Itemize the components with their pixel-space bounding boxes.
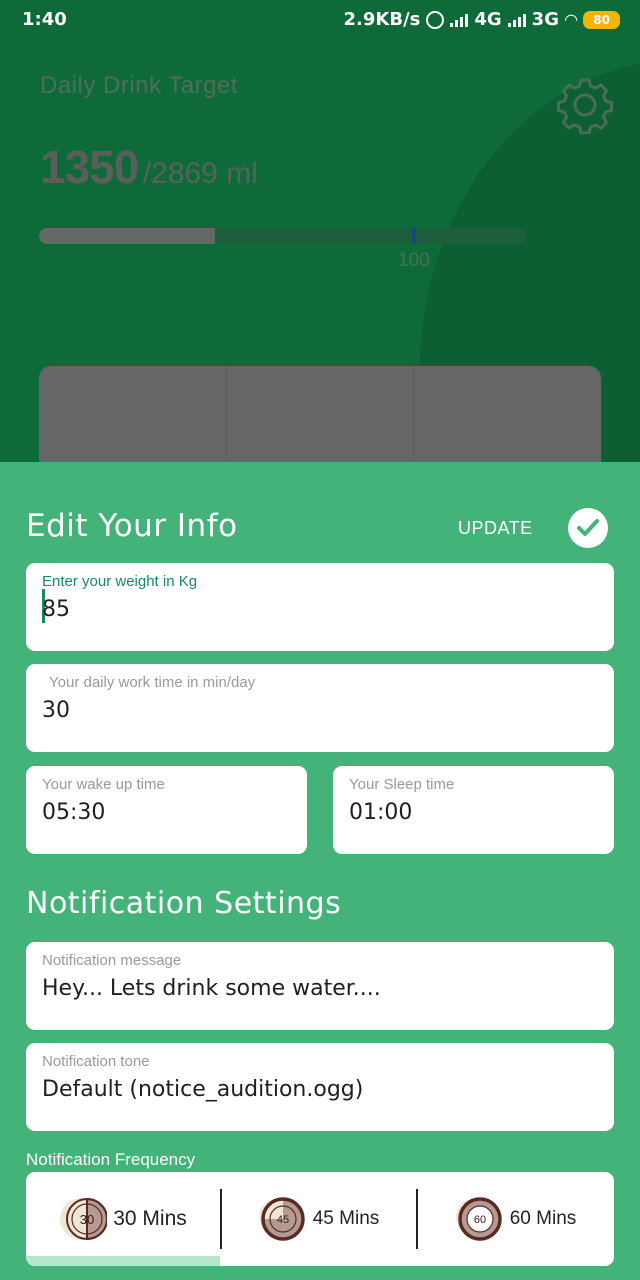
check-icon[interactable] — [568, 508, 608, 548]
clock-icon-45: 45 — [258, 1197, 305, 1241]
status-bar: 1:40 2.9KB/s 4G 3G ◠ 80 — [0, 0, 640, 40]
signal-icon — [450, 13, 469, 27]
notification-message-label: Notification message — [42, 952, 182, 969]
notification-message-field[interactable]: Notification message Hey... Lets drink s… — [26, 942, 614, 1030]
network-type-1: 4G — [474, 9, 502, 30]
notification-tone-field[interactable]: Notification tone Default (notice_auditi… — [26, 1043, 614, 1131]
work-time-value[interactable]: 30 — [42, 698, 70, 723]
wake-time-field[interactable]: Your wake up time 05:30 — [26, 766, 307, 854]
clock-icon-60: 60 — [455, 1197, 502, 1241]
sleep-time-value[interactable]: 01:00 — [349, 800, 412, 825]
frequency-option-label: 60 Mins — [509, 1208, 577, 1229]
weight-field[interactable]: Enter your weight in Kg 85 — [26, 563, 614, 651]
goal-intake: /2869 ml — [142, 157, 258, 190]
notification-frequency-label: Notification Frequency — [26, 1150, 196, 1169]
intake-progress-fill — [39, 228, 215, 244]
progress-marker-label: 100 — [398, 250, 430, 271]
sheet-title: Edit Your Info — [26, 508, 238, 544]
battery-icon: 80 — [583, 10, 620, 29]
notification-tone-value[interactable]: Default (notice_audition.ogg) — [42, 1077, 363, 1102]
gear-icon[interactable] — [556, 76, 614, 134]
weight-value[interactable]: 85 — [42, 597, 70, 622]
frequency-option-60[interactable]: 60 60 Mins — [418, 1172, 614, 1266]
network-type-2: 3G — [531, 9, 559, 30]
sleep-time-field[interactable]: Your Sleep time 01:00 — [333, 766, 614, 854]
svg-text:45: 45 — [277, 1214, 289, 1226]
notification-message-value[interactable]: Hey... Lets drink some water.... — [42, 976, 381, 1001]
target-amount: 1350 /2869 ml — [40, 140, 258, 194]
clock-icon-30: 30 — [60, 1197, 108, 1241]
drink-card[interactable] — [227, 366, 415, 470]
svg-text:30: 30 — [80, 1212, 94, 1227]
wake-time-label: Your wake up time — [42, 776, 165, 793]
status-time: 1:40 — [22, 9, 67, 30]
frequency-selector: 30 30 Mins 45 45 Mins 60 60 Mins — [26, 1172, 614, 1266]
frequency-option-30[interactable]: 30 30 Mins — [26, 1172, 220, 1266]
notification-settings-title: Notification Settings — [26, 886, 342, 921]
background-screen: 1:40 2.9KB/s 4G 3G ◠ 80 Daily Drink Targ… — [0, 0, 640, 470]
wifi-icon: ◠ — [564, 10, 578, 29]
notification-tone-label: Notification tone — [42, 1053, 150, 1070]
frequency-option-label: 30 Mins — [113, 1207, 187, 1230]
status-icons: 2.9KB/s 4G 3G ◠ 80 — [344, 9, 620, 30]
frequency-option-45[interactable]: 45 45 Mins — [222, 1172, 416, 1266]
signal-icon-2 — [507, 13, 526, 27]
wake-time-value[interactable]: 05:30 — [42, 800, 105, 825]
alarm-icon — [426, 10, 445, 29]
network-speed: 2.9KB/s — [343, 9, 421, 30]
intake-progress-bar — [39, 228, 527, 244]
drink-cards — [39, 366, 601, 470]
edit-info-sheet: Edit Your Info UPDATE Enter your weight … — [0, 462, 640, 1280]
sleep-time-label: Your Sleep time — [349, 776, 455, 793]
progress-marker — [412, 227, 416, 244]
work-time-label: Your daily work time in min/day — [49, 674, 256, 691]
weight-label: Enter your weight in Kg — [42, 573, 198, 590]
current-intake: 1350 — [40, 141, 139, 193]
daily-target-title: Daily Drink Target — [40, 72, 238, 99]
svg-text:60: 60 — [474, 1214, 486, 1226]
update-button[interactable]: UPDATE — [458, 518, 533, 539]
frequency-option-label: 45 Mins — [312, 1208, 380, 1229]
drink-card[interactable] — [39, 366, 227, 470]
drink-card[interactable] — [414, 366, 601, 470]
work-time-field[interactable]: Your daily work time in min/day 30 — [26, 664, 614, 752]
